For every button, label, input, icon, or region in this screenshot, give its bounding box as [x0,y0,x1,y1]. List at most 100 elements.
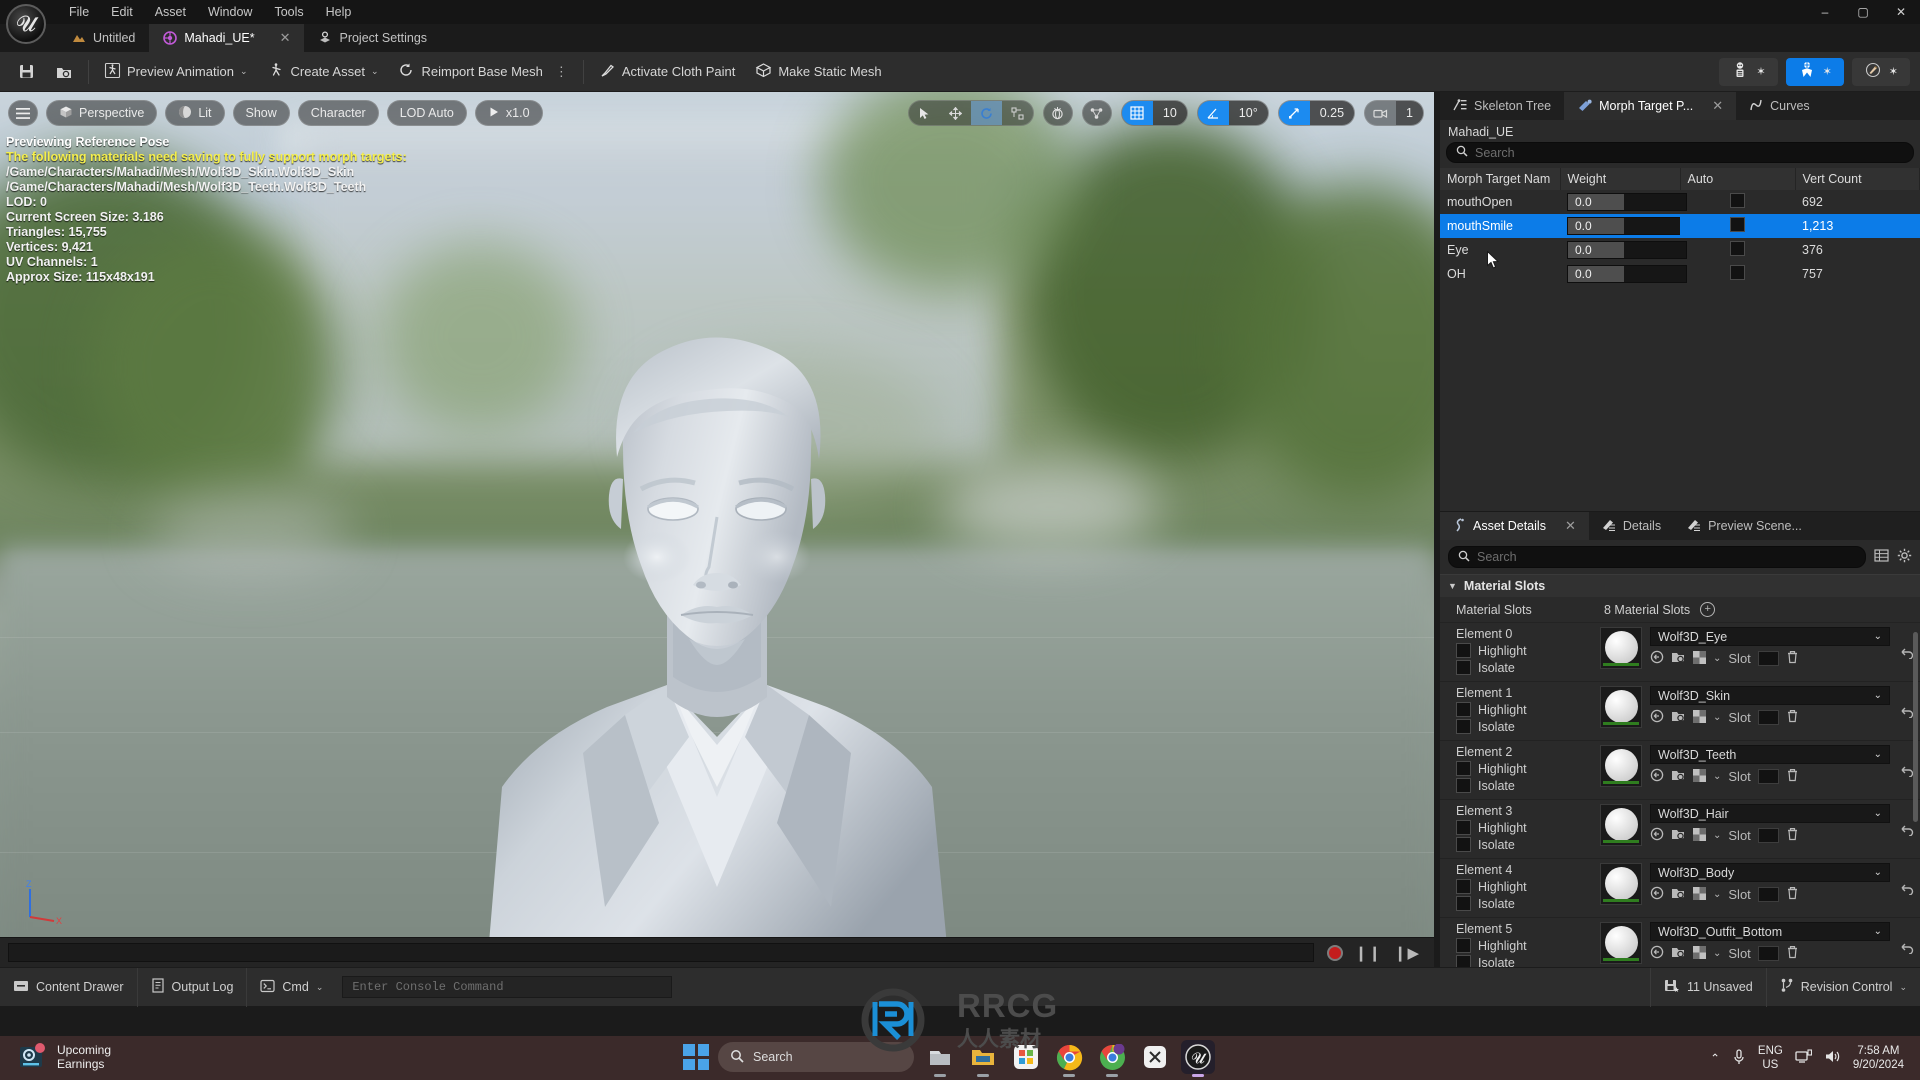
delete-icon[interactable] [1786,886,1799,903]
menu-edit[interactable]: Edit [100,3,144,21]
tab-details[interactable]: Details [1589,512,1674,540]
highlight-row[interactable]: Highlight [1456,879,1600,894]
menu-tools[interactable]: Tools [263,3,314,21]
close-button[interactable]: ✕ [1882,0,1920,24]
highlight-row[interactable]: Highlight [1456,761,1600,776]
tab-preview-scene[interactable]: Preview Scene... [1674,512,1815,540]
chevron-down-icon[interactable]: ⌄ [1713,889,1721,900]
auto-checkbox[interactable] [1730,265,1745,280]
weight-slider[interactable]: 0.0 [1567,265,1687,283]
material-thumbnail[interactable] [1600,922,1642,964]
tab-close-icon[interactable]: ✕ [280,30,291,46]
tray-expand-icon[interactable]: ⌃ [1710,1051,1720,1065]
highlight-row[interactable]: Highlight [1456,643,1600,658]
material-combo[interactable]: Wolf3D_Teeth ⌄ [1650,745,1890,764]
use-selected-asset-icon[interactable] [1693,886,1706,903]
col-morph-target-name[interactable]: Morph Target Nam [1440,168,1561,190]
timeline-scrubber[interactable] [8,943,1314,962]
slot-name-input[interactable] [1757,710,1779,725]
auto-checkbox[interactable] [1730,217,1745,232]
language-indicator[interactable]: ENG US [1758,1044,1783,1072]
chevron-down-icon[interactable]: ⌄ [1899,982,1907,993]
highlight-row[interactable]: Highlight [1456,820,1600,835]
material-combo[interactable]: Wolf3D_Hair ⌄ [1650,804,1890,823]
chevron-down-icon[interactable]: ⌄ [1713,771,1721,782]
taskbar-widget[interactable]: Upcoming Earnings [18,1042,111,1072]
isolate-row[interactable]: Isolate [1456,778,1600,793]
lod-menu-button[interactable]: LOD Auto [386,100,467,126]
material-thumbnail[interactable] [1600,686,1642,728]
slot-name-input[interactable] [1757,946,1779,961]
col-weight[interactable]: Weight [1560,168,1681,190]
unreal-logo-icon[interactable]: 𝓤 [6,4,46,44]
character-preview-mesh[interactable] [337,267,1097,967]
overflow-icon[interactable]: ⋮ [555,64,568,80]
isolate-row[interactable]: Isolate [1456,837,1600,852]
tab-morph-target-preview[interactable]: Morph Target P... ✕ [1564,92,1737,120]
scale-snap-icon[interactable] [1278,101,1310,125]
slot-name-input[interactable] [1757,769,1779,784]
app-icon[interactable] [1138,1040,1172,1074]
browse-to-asset-icon[interactable] [1650,827,1664,844]
chevron-down-icon[interactable]: ⌄ [1713,948,1721,959]
reimport-base-mesh-button[interactable]: Reimport Base Mesh ⋮ [389,57,576,87]
asset-details-search-input[interactable]: Search [1448,546,1866,568]
browse-to-asset-icon[interactable] [1650,650,1664,667]
output-log-button[interactable]: Output Log [138,967,248,1007]
menu-window[interactable]: Window [197,3,263,21]
highlight-checkbox[interactable] [1456,761,1471,776]
weight-slider[interactable]: 0.0 [1567,217,1687,235]
world-space-icon[interactable] [1042,100,1073,126]
character-menu-button[interactable]: Character [297,100,379,126]
scale-icon[interactable] [1002,101,1033,125]
isolate-row[interactable]: Isolate [1456,719,1600,734]
browse-to-asset-icon[interactable] [1650,886,1664,903]
tab-project-settings[interactable]: Project Settings [304,24,441,52]
use-selected-asset-icon[interactable] [1693,945,1706,962]
network-icon[interactable] [1795,1049,1812,1067]
tab-close-icon[interactable]: ✕ [1565,518,1576,534]
material-combo[interactable]: Wolf3D_Body ⌄ [1650,863,1890,882]
grid-snap-value[interactable]: 10 [1152,101,1187,125]
chevron-down-icon[interactable]: ⌄ [1874,631,1882,642]
find-in-content-browser-icon[interactable] [1671,768,1686,785]
gear-icon[interactable] [1897,548,1912,567]
microphone-icon[interactable] [1732,1048,1746,1068]
asset-details-scrollbar[interactable] [1913,632,1918,822]
find-in-content-browser-icon[interactable] [1671,886,1686,903]
revision-control-button[interactable]: Revision Control ⌄ [1765,967,1920,1007]
auto-checkbox[interactable] [1730,193,1745,208]
highlight-checkbox[interactable] [1456,820,1471,835]
browse-to-asset-icon[interactable] [1650,945,1664,962]
scale-snap-value[interactable]: 0.25 [1309,101,1355,125]
camera-mode-button[interactable]: Perspective [46,100,158,126]
activate-cloth-paint-button[interactable]: Activate Cloth Paint [590,57,744,87]
material-slots-section-header[interactable]: ▼ Material Slots [1440,574,1920,597]
angle-snap-icon[interactable] [1197,101,1229,125]
slot-name-input[interactable] [1757,651,1779,666]
chrome-profile-icon[interactable] [1095,1040,1129,1077]
isolate-checkbox[interactable] [1456,837,1471,852]
unsaved-items-button[interactable]: 11 Unsaved [1649,967,1766,1007]
highlight-checkbox[interactable] [1456,643,1471,658]
console-command-input[interactable]: Enter Console Command [342,976,673,998]
isolate-row[interactable]: Isolate [1456,896,1600,911]
save-button[interactable] [9,57,44,87]
isolate-row[interactable]: Isolate [1456,660,1600,675]
favorite-star-icon[interactable]: ✶ [1889,65,1898,78]
create-asset-button[interactable]: Create Asset ⌄ [259,57,388,87]
isolate-checkbox[interactable] [1456,719,1471,734]
isolate-checkbox[interactable] [1456,660,1471,675]
animation-mode-button[interactable]: ✶ [1851,57,1910,86]
viewport-menu-button[interactable] [8,100,38,126]
step-forward-icon[interactable]: ❙▶ [1394,944,1420,962]
playback-speed-button[interactable]: x1.0 [474,100,543,126]
chevron-down-icon[interactable]: ⌄ [1713,653,1721,664]
use-selected-asset-icon[interactable] [1693,709,1706,726]
tab-asset-details[interactable]: Asset Details ✕ [1440,512,1589,540]
reset-to-default-icon[interactable] [1894,863,1920,913]
favorite-star-icon[interactable]: ✶ [1756,65,1765,78]
slot-name-input[interactable] [1757,887,1779,902]
auto-checkbox[interactable] [1730,241,1745,256]
find-in-content-browser-icon[interactable] [1671,827,1686,844]
